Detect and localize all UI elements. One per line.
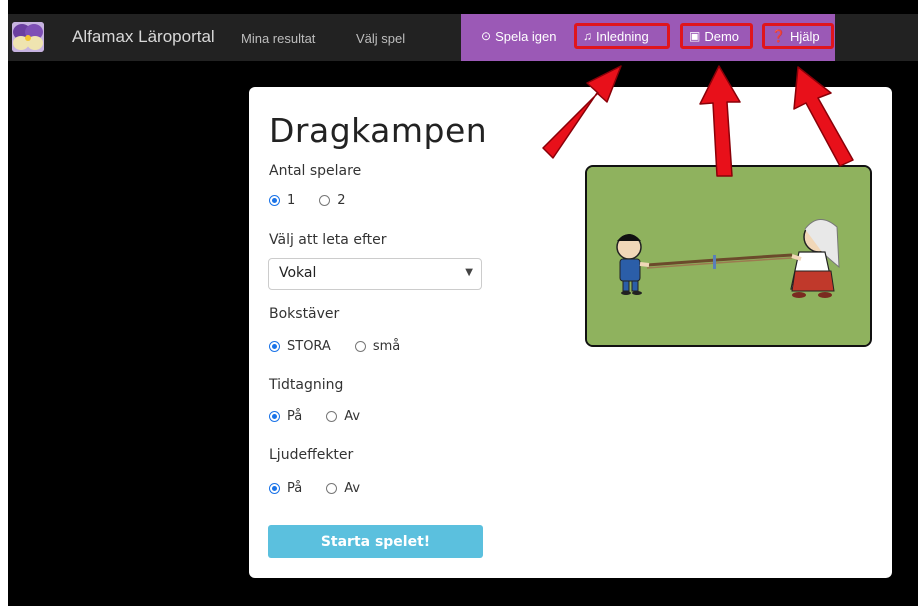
players-options: 1 2 xyxy=(269,193,370,208)
letters-option-upper[interactable]: STORA xyxy=(269,339,331,354)
demo-button[interactable]: ▣ Demo xyxy=(680,23,753,49)
start-game-button[interactable]: Starta spelet! xyxy=(268,525,483,558)
timing-label: Tidtagning xyxy=(269,377,344,393)
play-again-label: Spela igen xyxy=(495,28,557,44)
music-note-icon: ♫ xyxy=(583,29,592,43)
timing-option-on[interactable]: På xyxy=(269,409,302,424)
chevron-down-icon: ▼ xyxy=(465,267,473,278)
tug-of-war-illustration xyxy=(585,165,872,347)
sound-option-off-label: Av xyxy=(344,481,361,496)
radio-selected[interactable] xyxy=(269,483,280,494)
film-icon: ▣ xyxy=(689,29,701,43)
game-settings-card: Dragkampen Antal spelare 1 2 Välj att le… xyxy=(249,87,892,578)
nav-link-my-results[interactable]: Mina resultat xyxy=(241,31,315,46)
sound-label: Ljudeffekter xyxy=(269,447,354,463)
help-circle-icon: ❓ xyxy=(771,29,786,43)
letters-option-lower-label: små xyxy=(372,339,401,354)
replay-icon: ⊙ xyxy=(481,29,492,43)
radio-unselected[interactable] xyxy=(354,341,366,352)
letters-options: STORA små xyxy=(269,339,424,354)
timing-option-off[interactable]: Av xyxy=(326,409,360,424)
players-option-1-label: 1 xyxy=(287,193,296,208)
navbar: Alfamax Läroportal Mina resultat Välj sp… xyxy=(8,14,918,61)
help-label: Hjälp xyxy=(789,28,820,44)
sound-options: På Av xyxy=(269,481,384,496)
players-option-2[interactable]: 2 xyxy=(319,193,346,208)
players-option-1[interactable]: 1 xyxy=(269,193,295,208)
players-option-2-label: 2 xyxy=(337,193,346,208)
timing-options: På Av xyxy=(269,409,384,424)
radio-selected[interactable] xyxy=(269,341,280,352)
search-label: Välj att leta efter xyxy=(269,232,387,248)
sound-option-off[interactable]: Av xyxy=(326,481,360,496)
radio-unselected[interactable] xyxy=(319,195,331,206)
search-select-value: Vokal xyxy=(279,265,317,281)
timing-option-on-label: På xyxy=(287,409,303,424)
help-button[interactable]: ❓ Hjälp xyxy=(762,23,834,49)
letters-option-upper-label: STORA xyxy=(287,339,331,354)
brand-title[interactable]: Alfamax Läroportal xyxy=(72,27,215,47)
letters-option-lower[interactable]: små xyxy=(354,339,401,354)
play-again-button[interactable]: ⊙ Spela igen xyxy=(475,23,563,49)
page-title: Dragkampen xyxy=(269,111,488,150)
sound-option-on[interactable]: På xyxy=(269,481,302,496)
radio-selected[interactable] xyxy=(269,195,280,206)
nav-link-choose-game[interactable]: Välj spel xyxy=(356,31,405,46)
game-menu: ⊙ Spela igen ♫ Inledning ▣ Demo ❓ Hjälp xyxy=(461,14,835,61)
sound-option-on-label: På xyxy=(287,481,303,496)
timing-option-off-label: Av xyxy=(344,409,361,424)
intro-button[interactable]: ♫ Inledning xyxy=(574,23,670,49)
search-select[interactable]: Vokal ▼ xyxy=(268,258,482,290)
players-label: Antal spelare xyxy=(269,163,362,179)
radio-selected[interactable] xyxy=(269,411,280,422)
demo-label: Demo xyxy=(704,28,740,44)
pansy-logo-icon[interactable] xyxy=(12,22,44,52)
letters-label: Bokstäver xyxy=(269,306,340,322)
intro-label: Inledning xyxy=(596,28,649,44)
radio-unselected[interactable] xyxy=(326,483,338,494)
radio-unselected[interactable] xyxy=(326,411,338,422)
